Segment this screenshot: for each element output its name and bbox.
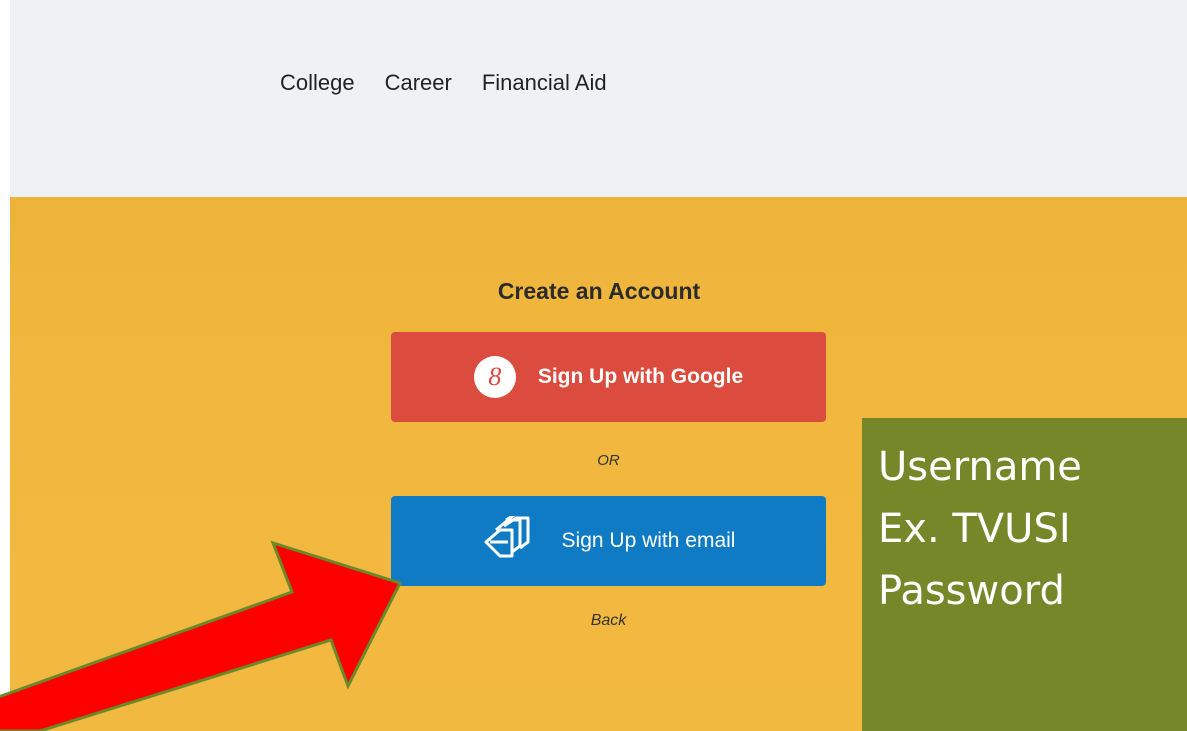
- email-stack-icon: [482, 512, 540, 567]
- nav-financial-aid-link[interactable]: Financial Aid: [482, 70, 607, 96]
- create-account-title: Create an Account: [497, 278, 701, 304]
- nav-links: College Career Financial Aid: [280, 70, 607, 96]
- sign-up-email-label: Sign Up with email: [561, 529, 736, 552]
- nav-college-link[interactable]: College: [280, 70, 355, 96]
- note-username-line: Username: [878, 444, 1082, 490]
- credentials-note-overlay: Username Ex. TVUSI Password: [862, 418, 1187, 731]
- sign-up-google-label: Sign Up with Google: [537, 365, 744, 388]
- sign-up-email-button[interactable]: Sign Up with email: [391, 496, 826, 586]
- or-divider-label: OR: [597, 452, 620, 469]
- top-navigation: College Career Financial Aid: [10, 0, 1187, 197]
- google-icon: 8: [473, 356, 516, 398]
- note-password-line: Password: [878, 568, 1065, 614]
- back-link[interactable]: Back: [391, 612, 826, 630]
- nav-career-link[interactable]: Career: [385, 70, 452, 96]
- note-example-line: Ex. TVUSI: [878, 506, 1071, 552]
- sign-up-google-button[interactable]: 8 Sign Up with Google: [391, 332, 826, 422]
